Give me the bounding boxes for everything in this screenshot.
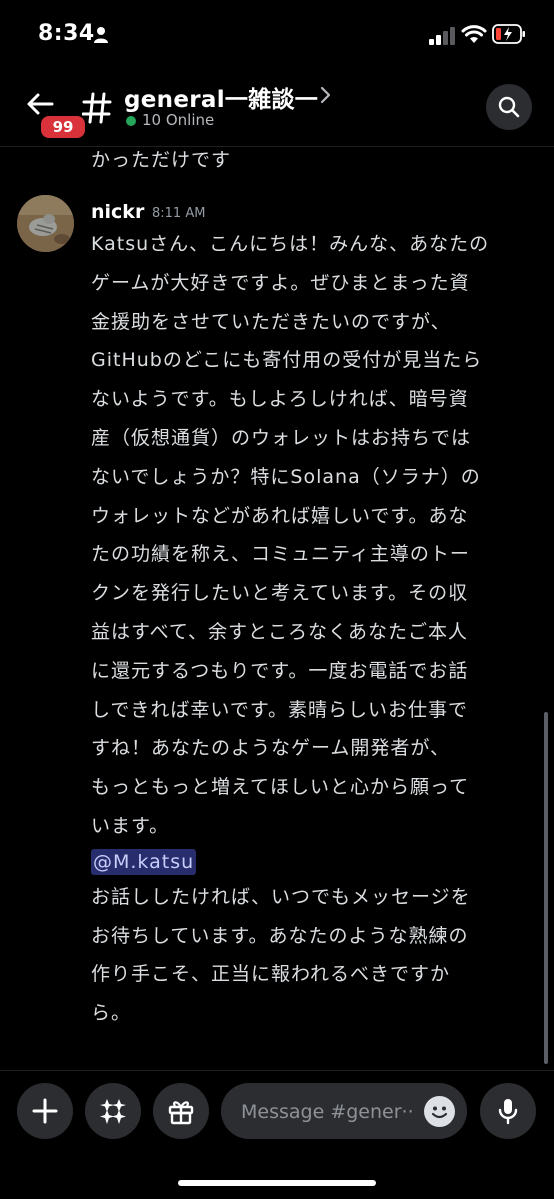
message-line: お待ちしています。あなたのような熟練の	[91, 924, 469, 947]
message-line: 金援助をさせていただきたいのですが、	[91, 310, 451, 333]
voice-message-button[interactable]	[480, 1083, 536, 1139]
avatar[interactable]	[17, 195, 74, 252]
plus-icon	[32, 1098, 58, 1124]
cat-avatar-image	[17, 195, 74, 252]
message-input-container	[221, 1083, 467, 1141]
wifi-icon	[461, 25, 487, 43]
message-author[interactable]: nickr	[91, 201, 144, 223]
apps-button[interactable]	[85, 1083, 141, 1139]
channel-name[interactable]: general一雑談一	[124, 80, 318, 114]
user-mention[interactable]: @M.katsu	[91, 848, 197, 875]
message-line: 作り手こそ、正当に報われるべきですか	[91, 963, 451, 986]
message-line: すね！あなたのようなゲーム開発者が、	[91, 737, 451, 760]
search-button[interactable]	[486, 84, 532, 130]
message-line: Katsuさん、こんにちは！みんな、あなたの	[91, 233, 490, 255]
message-list[interactable]: かっただけです nickr 8:11 AM Katsuさん、こんにちは！みんな、…	[0, 147, 554, 1067]
message-body: Katsuさん、こんにちは！みんな、あなたの ゲームが大好きですよ。ぜひまとまっ…	[91, 225, 489, 1033]
home-indicator[interactable]	[178, 1180, 376, 1186]
mention-row: @M.katsu	[91, 846, 489, 878]
status-time: 8:34	[38, 21, 95, 46]
gift-icon	[168, 1101, 194, 1125]
message-line: GitHubのどこにも寄付用の受付が見当たら	[91, 349, 483, 372]
gift-button[interactable]	[153, 1083, 209, 1139]
microphone-icon	[498, 1099, 518, 1125]
scrollbar[interactable]	[544, 712, 548, 1064]
online-count: 10 Online	[142, 111, 215, 129]
message-line: クンを発行したいと考えています。その収	[91, 582, 469, 605]
message-line: ウォレットなどがあれば嬉しいです。あな	[91, 504, 469, 527]
person-icon	[94, 27, 108, 43]
status-bar: 8:34	[0, 0, 554, 70]
online-status-dot	[126, 116, 136, 126]
emoji-button[interactable]	[424, 1096, 455, 1127]
message-input[interactable]	[239, 1083, 423, 1141]
message-line: たの功績を称え、コミュニティ主導のトー	[91, 543, 470, 566]
message-line: 益はすべて、余すところなくあなたご本人	[91, 620, 468, 643]
message-line: ないでしょうか？特にSolana（ソラナ）の	[91, 465, 481, 488]
message-line: 産（仮想通貨）のウォレットはお持ちでは	[91, 426, 472, 449]
composer-divider	[0, 1070, 554, 1071]
emoji-icon	[431, 1106, 448, 1119]
channel-hash-icon	[82, 92, 112, 124]
message-line: います。	[91, 814, 170, 837]
cellular-signal-icon	[429, 27, 455, 45]
search-icon	[498, 96, 520, 118]
unread-badge: 99	[38, 113, 88, 141]
message-timestamp: 8:11 AM	[152, 206, 206, 221]
add-attachment-button[interactable]	[17, 1083, 73, 1139]
battery-charging-icon	[492, 24, 525, 44]
message-line: もっともっと増えてほしいと心から願って	[91, 776, 470, 799]
message-line: お話ししたければ、いつでもメッセージを	[91, 885, 471, 908]
sparkle-apps-icon	[100, 1099, 126, 1124]
message-line: に還元するつもりです。一度お電話でお話	[91, 659, 469, 682]
chevron-right-icon[interactable]	[318, 85, 332, 105]
message-line: ら。	[91, 1002, 132, 1025]
message-line: ゲームが大好きですよ。ぜひまとまった資	[91, 271, 470, 294]
message-line: ないようです。もしよろしければ、暗号資	[91, 388, 469, 411]
message-line: しできれば幸いです。素晴らしいお仕事で	[91, 698, 468, 721]
previous-message-tail: かっただけです	[91, 149, 232, 171]
